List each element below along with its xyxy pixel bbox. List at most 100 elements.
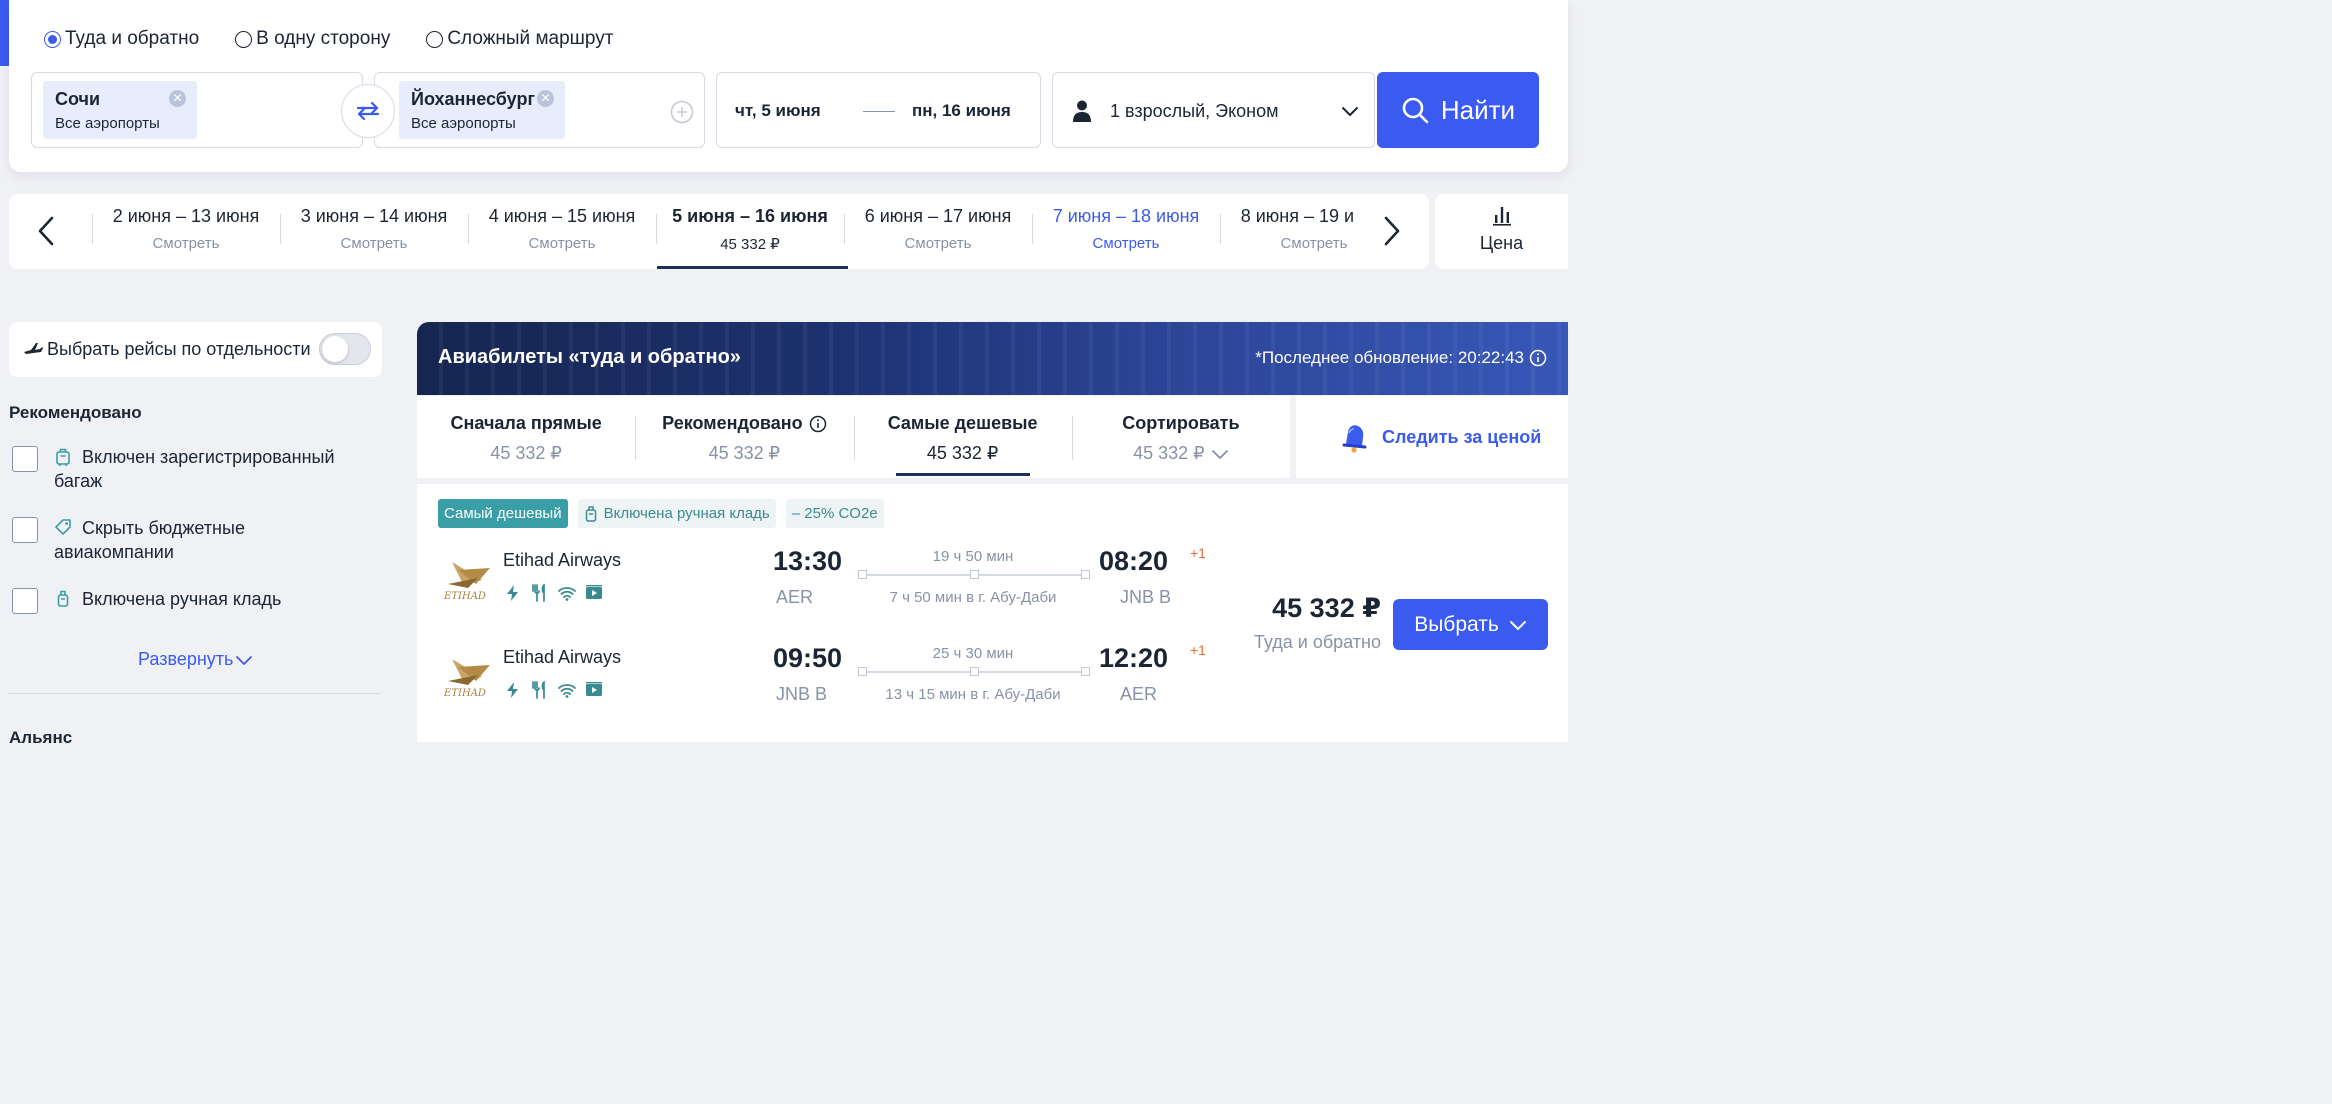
date-option-selected[interactable]: 5 июня – 16 июня 45 332 ₽ xyxy=(656,194,848,269)
date-option[interactable]: 6 июня – 17 июня Смотреть xyxy=(844,194,1032,269)
trip-type-label: Сложный маршрут xyxy=(447,28,614,49)
chevron-left-icon[interactable] xyxy=(33,214,61,248)
destination-chip[interactable]: Йоханнесбург Все аэропорты ✕ xyxy=(399,81,565,139)
sort-tab-price-value: 45 332 ₽ xyxy=(1133,443,1205,463)
chevron-right-icon[interactable] xyxy=(1377,214,1405,248)
swap-button[interactable] xyxy=(341,84,395,138)
trip-type-multi[interactable]: Сложный маршрут xyxy=(426,28,613,50)
layover-info: 7 ч 50 мин в г. Абу-Даби xyxy=(889,589,1057,606)
date-option-sub: Смотреть xyxy=(904,235,972,252)
filter-label-line: багаж xyxy=(54,471,103,491)
price-toggle-label: Цена xyxy=(1479,233,1524,253)
date-option[interactable]: 3 июня – 14 июня Смотреть xyxy=(280,194,468,269)
filter-section-title: Рекомендовано xyxy=(9,403,142,422)
origin-chip[interactable]: Сочи Все аэропорты ✕ xyxy=(43,81,197,139)
add-destination-icon[interactable] xyxy=(670,100,694,124)
date-option[interactable]: 8 июня – 19 июня Смотреть xyxy=(1220,194,1354,269)
power-icon xyxy=(507,682,518,698)
filter-label-line: Включен зарегистрированный xyxy=(82,447,335,467)
date-option[interactable]: 7 июня – 18 июня Смотреть xyxy=(1032,194,1220,269)
wifi-icon xyxy=(558,587,576,601)
last-update: *Последнее обновление: 20:22:43 xyxy=(1255,348,1524,367)
meal-icon xyxy=(532,584,545,602)
depart-date[interactable]: чт, 5 июня xyxy=(735,101,821,121)
results-title: Авиабилеты «туда и обратно» xyxy=(438,346,741,368)
filter-label-line: Скрыть бюджетные xyxy=(82,518,245,538)
sort-tab-direct[interactable]: Сначала прямые 45 332 ₽ xyxy=(417,396,635,478)
trip-type-oneway[interactable]: В одну сторону xyxy=(235,28,390,50)
wifi-icon xyxy=(558,684,576,698)
bell-icon xyxy=(1342,425,1367,453)
expand-label: Развернуть xyxy=(138,649,234,669)
filter-option-label: Включен зарегистрированный багаж xyxy=(54,445,335,493)
date-option[interactable]: 2 июня – 13 июня Смотреть xyxy=(92,194,280,269)
sort-tab-cheapest[interactable]: Самые дешевые 45 332 ₽ xyxy=(853,396,1072,478)
sort-tab-label: Рекомендовано xyxy=(662,413,826,434)
route-point xyxy=(858,667,867,676)
destination-field[interactable]: Йоханнесбург Все аэропорты ✕ xyxy=(374,72,705,148)
filter-hide-lowcost[interactable]: Скрыть бюджетные авиакомпании xyxy=(12,517,245,564)
flight-result-card[interactable]: Самый дешевый Включена ручная кладь – 25… xyxy=(417,484,1568,742)
route-point xyxy=(858,570,867,579)
sort-tabs: Сначала прямые 45 332 ₽ Рекомендовано 45… xyxy=(417,396,1290,478)
meal-icon xyxy=(532,681,545,699)
origin-field[interactable]: Сочи Все аэропорты ✕ xyxy=(31,72,363,148)
departure-airport: JNB B xyxy=(776,684,828,704)
filter-checked-baggage[interactable]: Включен зарегистрированный багаж xyxy=(12,446,335,493)
radio-one-way[interactable] xyxy=(235,30,253,48)
sort-tab-text: Сначала прямые xyxy=(450,413,602,433)
trip-type-round[interactable]: Туда и обратно xyxy=(44,28,199,50)
route-point xyxy=(1081,570,1090,579)
arrival-airport: JNB B xyxy=(1120,587,1172,607)
date-option[interactable]: 4 июня – 15 июня Смотреть xyxy=(468,194,656,269)
luggage-icon xyxy=(56,448,70,466)
return-date[interactable]: пн, 16 июня xyxy=(912,101,1011,121)
sort-tab-recommended[interactable]: Рекомендовано 45 332 ₽ xyxy=(635,396,853,478)
trip-type-label: В одну сторону xyxy=(256,28,391,49)
radio-round-trip[interactable] xyxy=(44,30,61,48)
price-chart-toggle[interactable]: Цена xyxy=(1435,194,1568,269)
checkbox[interactable] xyxy=(12,588,38,614)
passengers-field[interactable]: 1 взрослый, Эконом xyxy=(1052,72,1375,148)
filter-hand-luggage[interactable]: Включена ручная кладь xyxy=(12,588,281,614)
ticket-badges: Самый дешевый Включена ручная кладь – 25… xyxy=(438,499,884,528)
separate-flights-toggle[interactable]: Выбрать рейсы по отдельности xyxy=(9,322,382,377)
radio-multi-city[interactable] xyxy=(426,30,444,48)
checkbox[interactable] xyxy=(12,517,38,543)
info-icon[interactable] xyxy=(1529,349,1547,367)
toggle-switch[interactable] xyxy=(319,333,371,365)
sort-tab-price-value: 45 332 ₽ xyxy=(490,443,562,463)
departure-time: 13:30 xyxy=(773,546,843,576)
sort-tab-label: Сортировать xyxy=(1122,413,1239,434)
search-button[interactable]: Найти xyxy=(1377,72,1539,148)
date-option-range: 6 июня – 17 июня xyxy=(864,206,1012,226)
clear-origin-icon[interactable]: ✕ xyxy=(169,90,186,107)
ticket-price: 45 332 ₽ xyxy=(1272,593,1381,623)
date-option-sub: Смотреть xyxy=(1092,235,1160,252)
checkbox[interactable] xyxy=(12,446,38,472)
expand-filters-link[interactable]: Развернуть xyxy=(138,649,253,670)
hand-luggage-icon xyxy=(57,590,69,607)
price-alert-button[interactable]: Следить за ценой xyxy=(1296,396,1568,478)
airline-name: Etihad Airways xyxy=(503,647,622,667)
arrival-time: 12:20 xyxy=(1099,643,1169,673)
swap-arrows-icon xyxy=(356,101,380,121)
select-button[interactable]: Выбрать xyxy=(1393,599,1548,650)
dates-field[interactable]: чт, 5 июня пн, 16 июня xyxy=(716,72,1041,148)
flexible-dates-strip: 2 июня – 13 июня Смотреть 3 июня – 14 ию… xyxy=(9,194,1429,269)
date-option-price: 45 332 ₽ xyxy=(720,236,780,253)
sort-tab-price: 45 332 ₽ xyxy=(490,443,562,464)
hand-luggage-icon xyxy=(585,505,596,522)
chevron-down-icon[interactable] xyxy=(1340,101,1360,121)
filter-option-label: Скрыть бюджетные авиакомпании xyxy=(54,516,245,564)
sort-tab-label: Самые дешевые xyxy=(888,413,1038,434)
sort-tab-sort-dropdown[interactable]: Сортировать 45 332 ₽ xyxy=(1071,396,1290,478)
person-icon xyxy=(1073,100,1091,122)
flight-duration: 25 ч 30 мин xyxy=(932,645,1014,662)
arrival-time: 08:20 xyxy=(1099,546,1169,576)
chevron-down-icon xyxy=(1509,620,1526,630)
info-icon[interactable] xyxy=(809,415,827,433)
departure-time: 09:50 xyxy=(773,643,843,673)
clear-destination-icon[interactable]: ✕ xyxy=(537,90,554,107)
select-button-label: Выбрать xyxy=(1414,612,1499,636)
